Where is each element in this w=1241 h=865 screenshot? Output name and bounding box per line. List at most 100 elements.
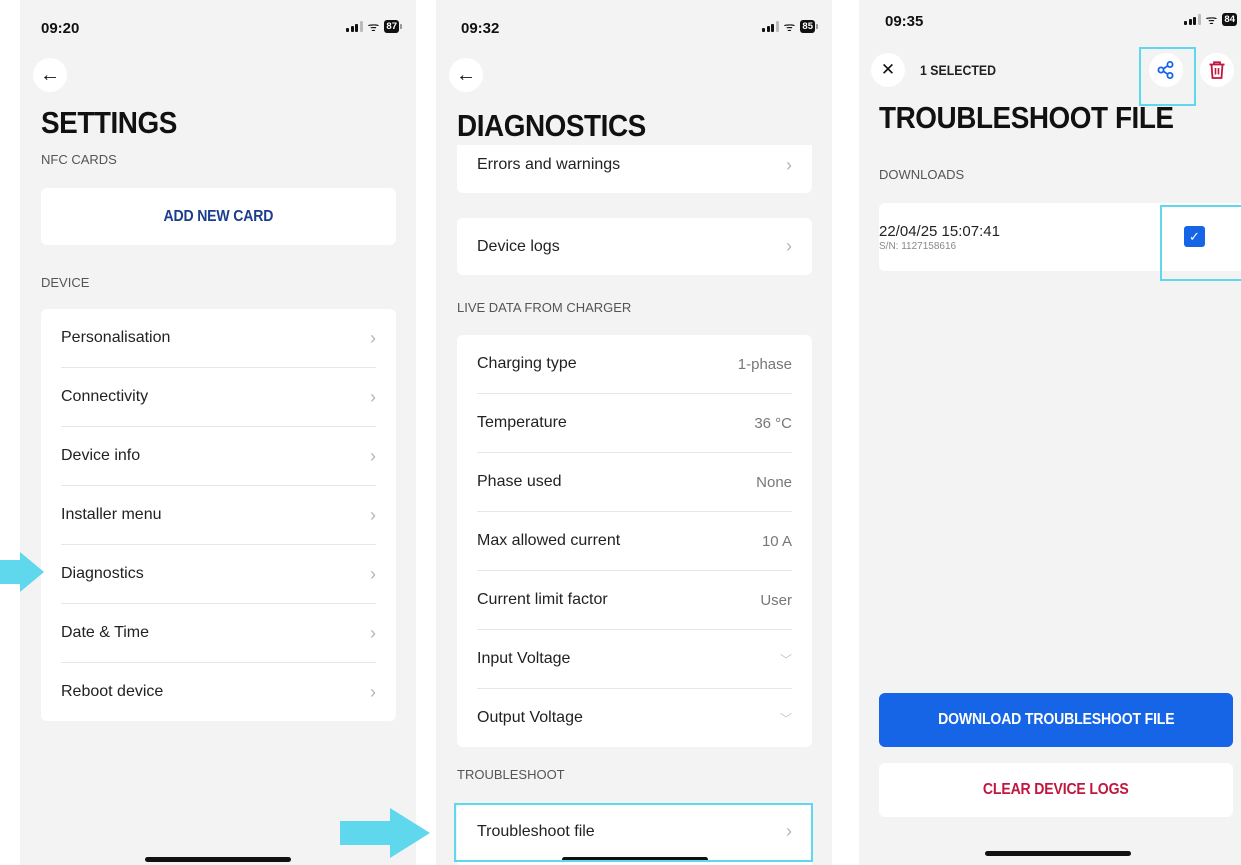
settings-screen: 09:20 ᯤ 87 ← SETTINGS NFC CARDS ADD NEW … (20, 0, 416, 865)
menu-item-device-info[interactable]: Device info › (61, 427, 376, 486)
trash-icon (1209, 61, 1225, 79)
downloads-section-label: DOWNLOADS (879, 167, 965, 182)
battery-cap-icon (400, 24, 402, 29)
close-selection-button[interactable]: ✕ (871, 53, 905, 87)
back-button[interactable]: ← (449, 58, 483, 92)
device-logs-item[interactable]: Device logs › (477, 218, 792, 275)
live-row-temperature: Temperature 36 °C (477, 394, 792, 453)
page-title: DIAGNOSTICS (457, 108, 646, 143)
nfc-section-label: NFC CARDS (41, 152, 117, 167)
close-icon: ✕ (880, 60, 896, 79)
chevron-down-icon: ﹀ (779, 652, 792, 667)
live-row-label: Output Voltage (477, 709, 583, 726)
signal-icon (346, 21, 363, 32)
add-new-card-label: ADD NEW CARD (163, 207, 274, 225)
add-new-card-button[interactable]: ADD NEW CARD (41, 188, 396, 245)
live-row-label: Input Voltage (477, 650, 571, 667)
checkbox-highlight (1160, 205, 1241, 281)
menu-item-label: Diagnostics (61, 565, 144, 582)
device-menu-list: Personalisation › Connectivity › Device in… (41, 309, 396, 721)
battery-icon: 84 (1222, 13, 1237, 26)
chevron-right-icon: › (370, 445, 376, 466)
status-bar-icons: ᯤ 87 (346, 20, 402, 33)
chevron-right-icon: › (786, 236, 792, 256)
pointer-arrow-icon (20, 552, 44, 592)
back-arrow-icon: ← (40, 63, 60, 86)
device-section-label: DEVICE (41, 275, 90, 290)
arrow-shaft (340, 821, 392, 845)
battery-icon: 87 (384, 20, 399, 33)
chevron-right-icon: › (370, 563, 376, 584)
menu-item-label: Reboot device (61, 683, 164, 700)
home-indicator (985, 851, 1131, 856)
menu-item-label: Device info (61, 447, 141, 464)
device-logs-label: Device logs (477, 237, 560, 255)
menu-item-personalisation[interactable]: Personalisation › (61, 309, 376, 368)
download-troubleshoot-file-button[interactable]: DOWNLOAD TROUBLESHOOT FILE (879, 693, 1233, 747)
menu-item-date-time[interactable]: Date & Time › (61, 604, 376, 663)
menu-item-connectivity[interactable]: Connectivity › (61, 368, 376, 427)
live-row-value: User (760, 591, 792, 609)
troubleshoot-file-highlight (454, 803, 813, 862)
wifi-icon: ᯤ (1205, 12, 1218, 27)
live-row-input-voltage[interactable]: Input Voltage ﹀ (477, 630, 792, 689)
page-title: TROUBLESHOOT FILE (879, 100, 1174, 135)
share-button-highlight (1139, 47, 1196, 106)
status-bar-icons: ᯤ 84 (1184, 13, 1237, 26)
menu-item-label: Personalisation (61, 329, 171, 346)
chevron-right-icon: › (370, 622, 376, 643)
chevron-right-icon: › (786, 154, 792, 175)
live-row-value: 36 °C (754, 414, 792, 432)
troubleshoot-section-label: TROUBLESHOOT (457, 767, 565, 782)
errors-and-warnings-item[interactable]: Errors and warnings › (477, 145, 792, 185)
signal-icon (1184, 14, 1201, 25)
diagnostics-screen: 09:32 ᯤ 85 ← DIAGNOSTICS Errors and warn… (436, 0, 832, 865)
status-time: 09:20 (41, 20, 80, 37)
wifi-icon: ᯤ (367, 19, 380, 34)
menu-item-diagnostics[interactable]: Diagnostics › (61, 545, 376, 604)
pointer-arrow-icon (390, 808, 430, 858)
back-button[interactable]: ← (33, 58, 67, 92)
errors-card: Errors and warnings › (457, 145, 812, 193)
selection-count: 1 SELECTED (920, 62, 996, 78)
clear-device-logs-button[interactable]: CLEAR DEVICE LOGS (879, 763, 1233, 817)
menu-item-installer-menu[interactable]: Installer menu › (61, 486, 376, 545)
arrow-shaft (0, 560, 22, 584)
signal-icon (762, 21, 779, 32)
menu-item-label: Installer menu (61, 506, 162, 523)
live-row-max-allowed-current: Max allowed current 10 A (477, 512, 792, 571)
live-row-label: Temperature (477, 414, 567, 431)
status-bar-icons: ᯤ 85 (762, 20, 818, 33)
live-row-phase-used: Phase used None (477, 453, 792, 512)
device-logs-card: Device logs › (457, 218, 812, 275)
live-row-label: Charging type (477, 355, 577, 372)
status-time: 09:32 (461, 20, 500, 37)
live-data-list: Charging type 1-phase Temperature 36 °C Ph… (457, 335, 812, 747)
chevron-right-icon: › (370, 504, 376, 525)
clear-button-label: CLEAR DEVICE LOGS (983, 781, 1129, 798)
chevron-right-icon: › (370, 327, 376, 348)
wifi-icon: ᯤ (783, 19, 796, 34)
battery-cap-icon (816, 24, 818, 29)
live-row-label: Max allowed current (477, 532, 621, 549)
live-row-label: Current limit factor (477, 591, 608, 608)
errors-label: Errors and warnings (477, 156, 621, 173)
live-row-value: 1-phase (737, 355, 792, 373)
troubleshoot-file-screen: 09:35 ᯤ 84 ✕ 1 SELECTED TROUBLESHOOT FIL… (859, 0, 1241, 865)
status-time: 09:35 (885, 13, 924, 30)
download-button-label: DOWNLOAD TROUBLESHOOT FILE (937, 711, 1175, 728)
live-row-value: 10 A (761, 532, 792, 550)
delete-button[interactable] (1200, 53, 1234, 87)
live-row-output-voltage[interactable]: Output Voltage ﹀ (477, 689, 792, 747)
battery-icon: 85 (800, 20, 815, 33)
chevron-right-icon: › (370, 681, 376, 702)
live-row-label: Phase used (477, 473, 562, 490)
back-arrow-icon: ← (456, 63, 476, 86)
chevron-right-icon: › (370, 386, 376, 407)
chevron-down-icon: ﹀ (779, 711, 792, 726)
menu-item-label: Date & Time (61, 624, 150, 641)
live-row-value: None (756, 473, 792, 491)
live-row-current-limit-factor: Current limit factor User (477, 571, 792, 630)
menu-item-reboot-device[interactable]: Reboot device › (61, 663, 376, 721)
page-title: SETTINGS (41, 105, 177, 140)
